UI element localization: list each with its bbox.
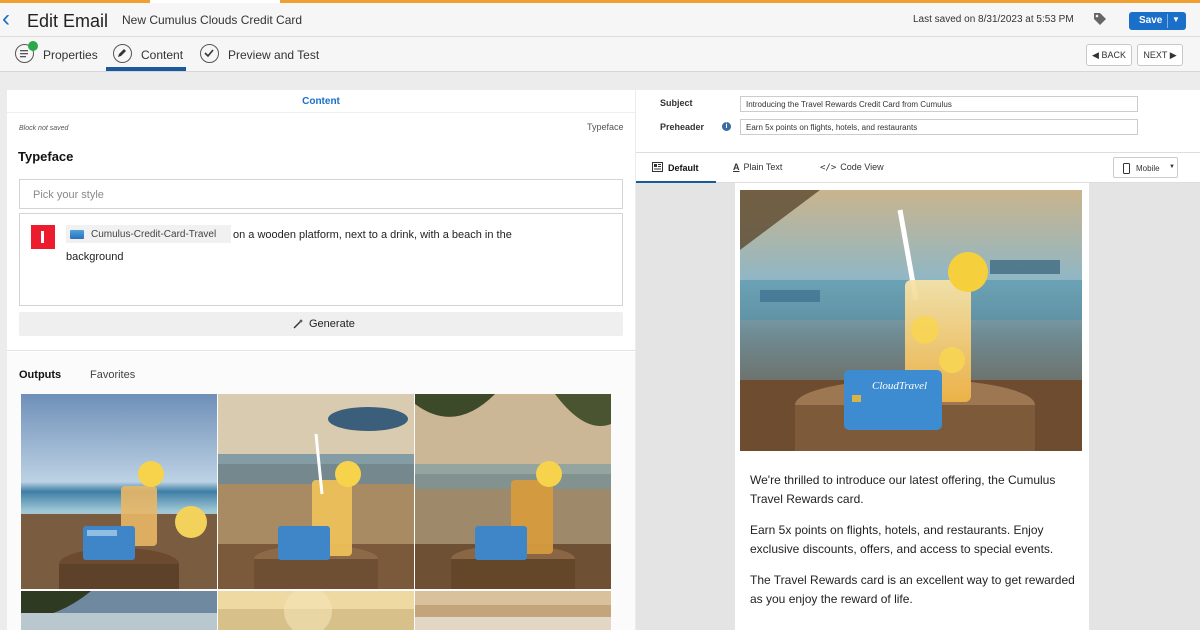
- style-placeholder: Pick your style: [33, 189, 104, 201]
- tab-code-view[interactable]: </> Code View: [820, 162, 884, 173]
- text-icon: A: [733, 162, 740, 172]
- code-icon: </>: [820, 163, 837, 173]
- check-icon: [200, 44, 219, 63]
- card-image-icon: [70, 230, 84, 239]
- hero-image: CloudTravel: [740, 190, 1082, 451]
- generate-button[interactable]: Generate: [19, 312, 623, 336]
- content-editor-panel: Content Block not saved Typeface Typefac…: [7, 90, 635, 630]
- preheader-value: Earn 5x points on flights, hotels, and r…: [746, 123, 918, 132]
- generated-image[interactable]: [21, 591, 217, 630]
- generated-image[interactable]: [21, 394, 217, 589]
- info-icon[interactable]: i: [722, 122, 731, 131]
- active-tab-indicator: [106, 67, 186, 71]
- save-button[interactable]: Save ▼: [1129, 12, 1186, 30]
- block-status: Block not saved: [19, 125, 69, 132]
- tab-favorites[interactable]: Favorites: [90, 369, 135, 381]
- next-label: NEXT ▶: [1143, 50, 1177, 60]
- preview-panel: Subject Introducing the Travel Rewards C…: [636, 90, 1200, 630]
- tag-icon[interactable]: [1092, 11, 1112, 29]
- style-picker-input[interactable]: Pick your style: [19, 179, 623, 209]
- save-label: Save: [1139, 15, 1163, 26]
- last-saved-status: Last saved on 8/31/2023 at 5:53 PM: [913, 14, 1074, 25]
- step-tabs: Properties Content Preview and Test ◀ BA…: [0, 37, 1200, 72]
- back-arrow-icon[interactable]: ‹: [2, 7, 18, 31]
- app-header: ‹ Edit Email New Cumulus Clouds Credit C…: [0, 3, 1200, 37]
- page-title: Edit Email: [27, 11, 109, 31]
- generated-image[interactable]: [218, 394, 414, 589]
- output-grid: [21, 394, 612, 630]
- email-preview: CloudTravel We're thrilled to introduce …: [735, 183, 1089, 630]
- chevron-down-icon: ▼: [1169, 164, 1175, 170]
- view-tabs: Default A Plain Text </> Code View Mobile …: [636, 152, 1200, 184]
- prompt-input[interactable]: Cumulus-Credit-Card-Travel on a wooden p…: [19, 213, 623, 306]
- next-button[interactable]: NEXT ▶: [1137, 44, 1183, 66]
- generated-image[interactable]: [218, 591, 414, 630]
- preheader-field[interactable]: Earn 5x points on flights, hotels, and r…: [740, 119, 1138, 135]
- device-select-value: Mobile: [1136, 164, 1160, 173]
- device-select[interactable]: Mobile ▼: [1113, 157, 1178, 178]
- subject-field[interactable]: Introducing the Travel Rewards Credit Ca…: [740, 96, 1138, 112]
- phone-icon: [1123, 163, 1130, 174]
- body-paragraph: We're thrilled to introduce our latest o…: [750, 473, 1056, 506]
- preheader-label: Preheader: [660, 122, 705, 132]
- tab-plain-text[interactable]: A Plain Text: [733, 162, 782, 172]
- generate-label: Generate: [309, 318, 355, 330]
- body-paragraph: The Travel Rewards card is an excellent …: [750, 573, 1075, 606]
- card-brand-text: CloudTravel: [872, 380, 927, 392]
- tab-preview-label: Preview and Test: [228, 48, 320, 62]
- prompt-text-continued: background: [66, 251, 124, 263]
- tab-default[interactable]: Default: [652, 162, 699, 173]
- tab-content-label: Content: [141, 48, 184, 62]
- tab-plain-text-label: Plain Text: [743, 162, 783, 172]
- generated-image[interactable]: [415, 591, 611, 630]
- email-name: New Cumulus Clouds Credit Card: [122, 13, 303, 27]
- chevron-down-icon[interactable]: ▼: [1172, 15, 1180, 24]
- prompt-text: on a wooden platform, next to a drink, w…: [233, 229, 512, 241]
- subject-label: Subject: [660, 98, 693, 108]
- asset-chip[interactable]: Cumulus-Credit-Card-Travel: [66, 225, 231, 243]
- brand-logo-icon: [31, 225, 55, 249]
- tab-outputs[interactable]: Outputs: [19, 369, 61, 381]
- tab-default-label: Default: [668, 163, 699, 173]
- panel-header: Content: [302, 96, 340, 107]
- block-type-label: Typeface: [587, 122, 624, 132]
- body-paragraph: Earn 5x points on flights, hotels, and r…: [750, 523, 1054, 556]
- section-title: Typeface: [18, 149, 74, 164]
- layout-icon: [652, 162, 663, 172]
- subject-value: Introducing the Travel Rewards Credit Ca…: [746, 100, 952, 109]
- generated-image[interactable]: [415, 394, 611, 589]
- pencil-icon: [113, 44, 132, 63]
- asset-chip-label: Cumulus-Credit-Card-Travel: [91, 229, 217, 240]
- back-label: ◀ BACK: [1092, 50, 1126, 60]
- tab-properties-label: Properties: [43, 48, 98, 62]
- email-preview-area: CloudTravel We're thrilled to introduce …: [636, 183, 1200, 630]
- magic-wand-icon: [293, 319, 303, 329]
- tab-code-view-label: Code View: [840, 162, 884, 172]
- back-button[interactable]: ◀ BACK: [1086, 44, 1132, 66]
